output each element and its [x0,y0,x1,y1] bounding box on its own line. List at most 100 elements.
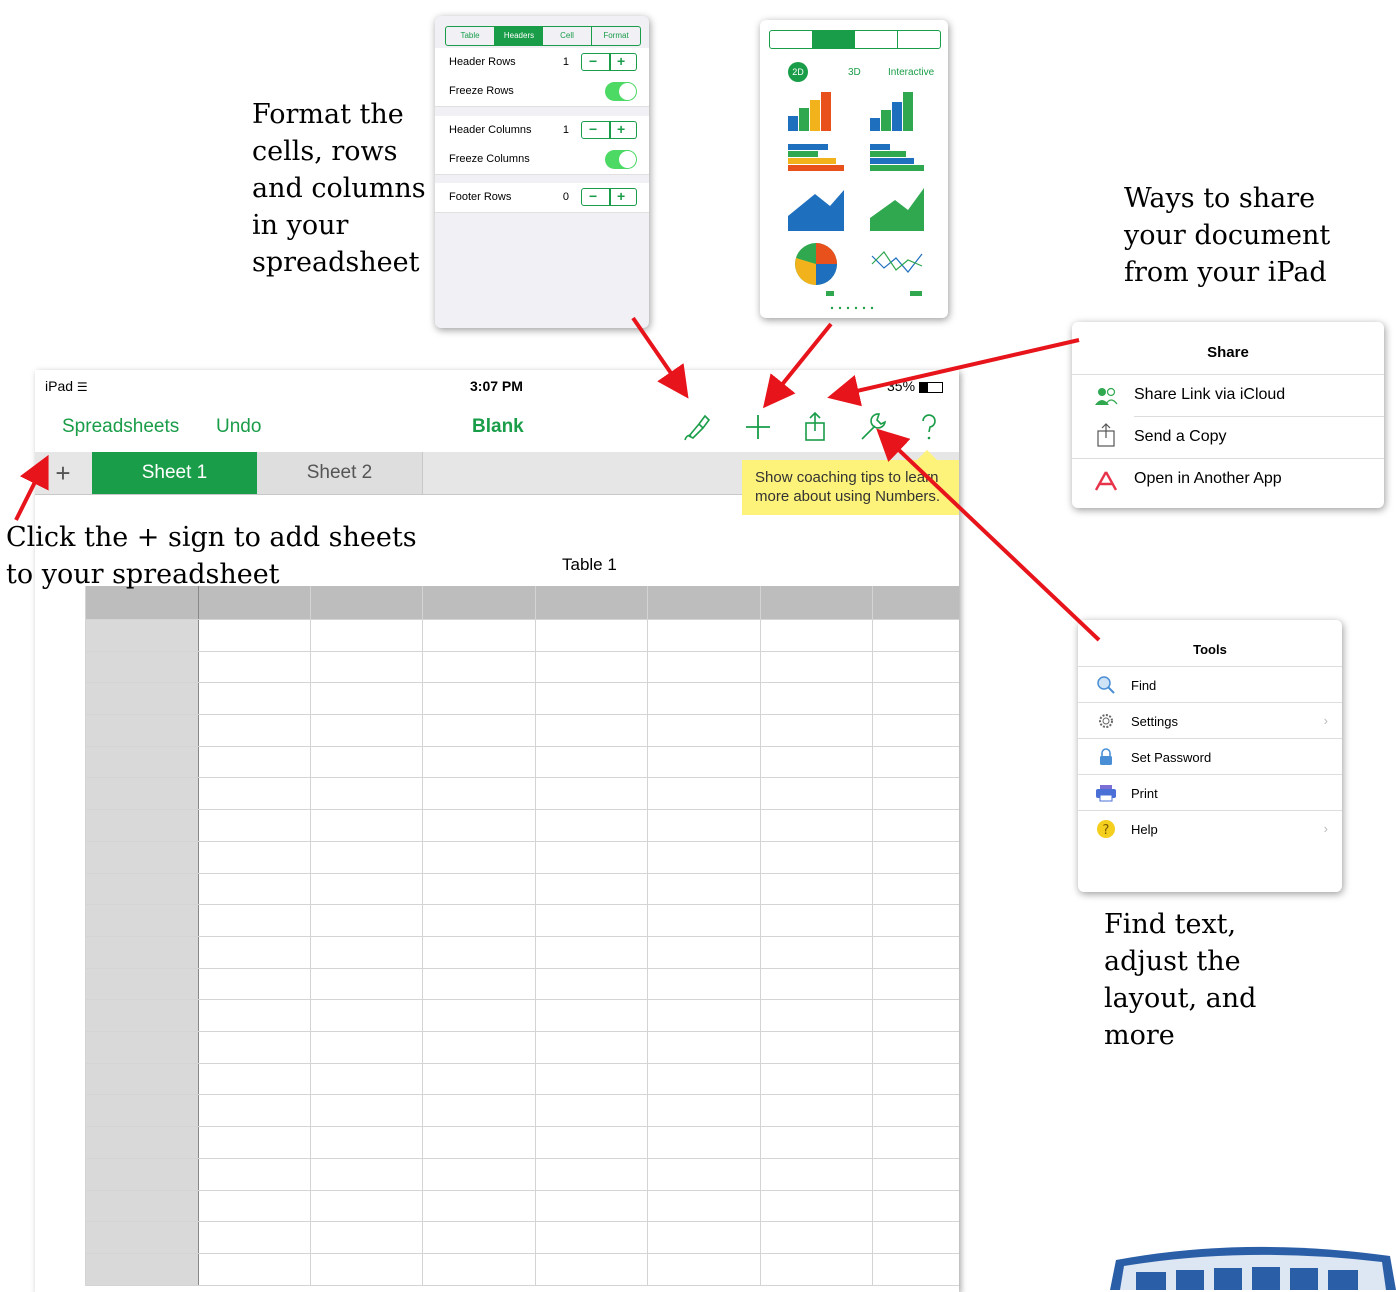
tab-sheet-1[interactable]: Sheet 1 [92,452,257,494]
grid-row-line [85,1063,959,1064]
tab-sheet-2[interactable]: Sheet 2 [257,452,423,494]
paintbrush-icon[interactable] [681,410,713,444]
tab-table[interactable]: Table [446,27,495,45]
line-chart-thumb [871,251,923,273]
grid-row-line [85,809,959,810]
format-tabs: Table Headers Cell Format [445,26,641,46]
decatur-logo [1110,1246,1396,1290]
spreadsheets-button[interactable]: Spreadsheets [62,416,179,438]
format-annotation: Format the cells, rows and columns in yo… [252,99,426,278]
status-battery: 35% [887,378,943,394]
grid-row-line [85,651,959,652]
chart-category-icon[interactable] [813,31,855,48]
open-in-another-app[interactable]: Open in Another App [1072,458,1384,501]
share-icon [1097,423,1115,447]
freeze-columns-row: Freeze Columns [435,145,649,175]
lock-icon [1100,748,1112,765]
bar-chart-thumb [788,144,844,171]
wrench-icon[interactable] [857,410,889,444]
area-chart-thumb-2 [870,188,924,231]
add-sheets-annotation: Click the + sign to add sheets to your s… [6,522,417,590]
grid-row-line [85,1126,959,1127]
page-indicator-dots [830,306,874,310]
chart-mode-interactive[interactable]: Interactive [888,67,934,78]
share-annotation: Ways to share your document from your iP… [1124,183,1331,288]
grid-row-line [85,1158,959,1159]
table-grid[interactable] [85,586,959,1286]
wifi-icon: ☰ [76,380,88,394]
help-icon: ? [1097,820,1115,838]
table-category-icon[interactable] [770,31,813,48]
grid-row-line [85,936,959,937]
grid-row-line [85,1221,959,1222]
status-time: 3:07 PM [470,378,523,394]
grid-row-line [85,999,959,1000]
grid-row-line [85,682,959,683]
app-store-icon [1094,471,1118,491]
header-columns-stepper[interactable]: − + [581,121,637,139]
tools-settings[interactable]: Settings › [1078,702,1342,739]
plus-icon[interactable] [742,410,774,444]
chart-thumbnails[interactable] [760,86,948,316]
status-device: iPad ☰ [45,378,88,394]
shape-category-icon[interactable] [855,31,898,48]
share-popover: Share Share Link via iCloud Send a Copy … [1072,322,1384,508]
bar-chart-thumb-2 [870,144,924,171]
chevron-right-icon: › [1323,821,1328,836]
chart-mode-2d[interactable]: 2D [788,62,808,82]
tab-cell[interactable]: Cell [543,27,592,45]
grid-row-line [85,873,959,874]
grid-row-line [85,619,959,620]
chevron-right-icon: › [1323,713,1328,728]
header-column [85,619,198,1286]
chart-mode-3d[interactable]: 3D [848,67,861,78]
people-icon [1095,387,1118,405]
tools-help[interactable]: ? Help › [1078,810,1342,847]
tab-format[interactable]: Format [592,27,640,45]
add-sheet-button[interactable]: + [35,452,91,494]
freeze-columns-toggle[interactable] [605,150,637,169]
column-chart-thumb-2 [870,92,913,131]
grid-row-line [85,777,959,778]
chart-category-tabs [769,30,941,49]
grid-row-line [85,714,959,715]
share-link-icloud[interactable]: Share Link via iCloud [1072,374,1384,417]
question-icon[interactable] [913,410,945,444]
document-title: Blank [472,416,524,437]
grid-row-line [85,968,959,969]
share-title: Share [1207,344,1249,361]
grid-row-line [85,1253,959,1254]
freeze-rows-row: Freeze Rows [435,77,649,107]
chart-popover: 2D 3D Interactive [760,20,948,318]
grid-row-line [85,746,959,747]
tools-find[interactable]: Find [1078,666,1342,703]
magnifier-icon [1097,676,1115,694]
svg-text:?: ? [1103,823,1110,838]
footer-rows-stepper[interactable]: − + [581,188,637,206]
battery-icon [918,381,943,393]
media-category-icon[interactable] [898,31,940,48]
tools-set-password[interactable]: Set Password [1078,738,1342,775]
tools-print[interactable]: Print [1078,774,1342,811]
tab-headers[interactable]: Headers [495,27,543,45]
undo-button[interactable]: Undo [216,416,261,438]
freeze-rows-toggle[interactable] [605,82,637,101]
header-rows-stepper[interactable]: − + [581,53,637,71]
coaching-tip[interactable]: Show coaching tips to learn more about u… [742,450,959,515]
printer-icon [1096,785,1116,802]
gear-icon [1099,714,1113,728]
table-title: Table 1 [562,555,617,574]
area-chart-thumb [788,190,844,231]
grid-row-line [85,1285,959,1286]
header-columns-row: Header Columns 1 − + [435,116,649,146]
grid-row-line [85,1190,959,1191]
footer-rows-row: Footer Rows 0 − + [435,183,649,213]
share-icon[interactable] [799,410,831,444]
tools-popover: Tools Find Settings › Set Password Print… [1078,620,1342,892]
header-rows-row: Header Rows 1 − + [435,48,649,78]
grid-row-line [85,841,959,842]
grid-row-line [85,904,959,905]
format-popover: Table Headers Cell Format Header Rows 1 … [435,16,649,328]
column-chart-thumb [788,92,831,131]
tools-title: Tools [1193,642,1227,657]
